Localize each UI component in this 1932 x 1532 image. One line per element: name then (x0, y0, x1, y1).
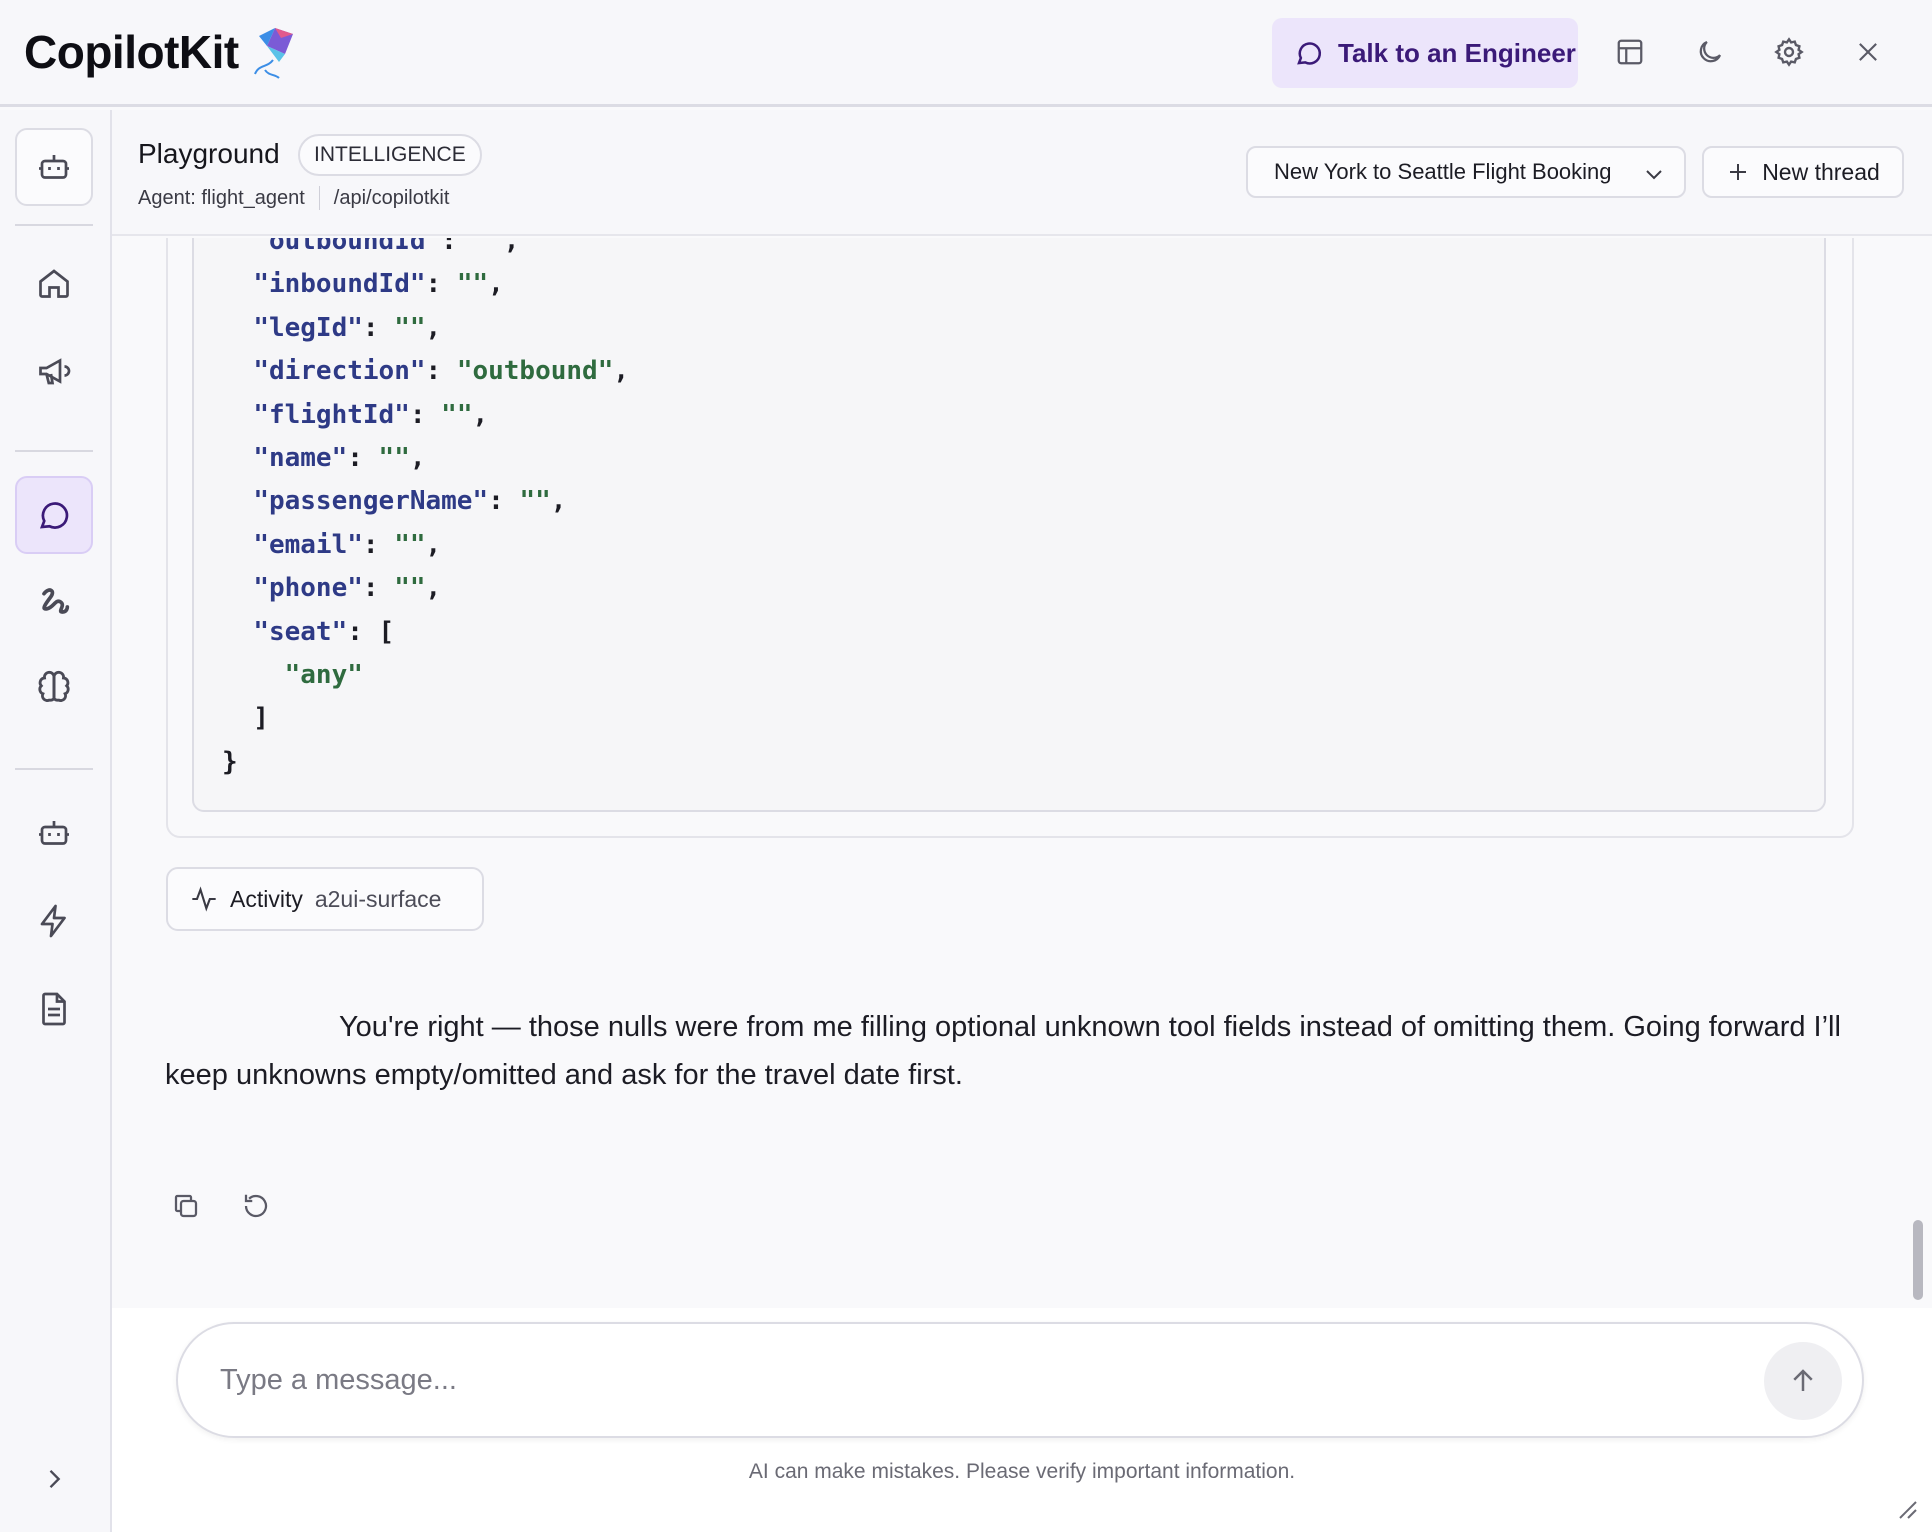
code-line: "phone": "", (253, 573, 442, 604)
code-line: "direction": "outbound", (253, 356, 630, 387)
composer (176, 1322, 1864, 1438)
send-button[interactable] (1764, 1342, 1842, 1420)
chevron-right-icon (49, 1470, 61, 1488)
top-bar: CopilotKit Talk to an Engineer (0, 0, 1932, 107)
code-line: ] (222, 703, 269, 734)
endpoint-path: /api/copilotkit (333, 186, 450, 209)
copy-button[interactable] (166, 1186, 206, 1226)
activity-sub: a2ui-surface (314, 885, 442, 912)
settings-button[interactable] (1767, 30, 1811, 74)
chevron-down-icon (1646, 170, 1662, 180)
code-line: } (222, 746, 238, 777)
megaphone-icon (39, 358, 71, 385)
intelligence-badge: INTELLIGENCE (298, 134, 482, 176)
sidebar-divider (15, 768, 93, 770)
agent-name: Agent: flight_agent (138, 186, 305, 209)
brain-icon (38, 670, 70, 702)
refresh-icon (244, 1194, 268, 1218)
code-line: "legId": "", (253, 312, 442, 343)
sidebar-item-bots[interactable] (15, 794, 93, 872)
new-thread-button[interactable]: New thread (1702, 146, 1904, 198)
code-line: "flightId": "", (253, 399, 489, 430)
kite-logo-icon (253, 28, 293, 79)
scrollbar[interactable] (1913, 1220, 1923, 1300)
sidebar-item-chat[interactable] (15, 476, 93, 554)
close-icon (1859, 43, 1877, 61)
sidebar-item-announcements[interactable] (15, 332, 93, 410)
robot-icon (39, 821, 69, 845)
sidebar-item-home[interactable] (15, 244, 93, 322)
divider (318, 186, 320, 210)
thread-selected-label: New York to Seattle Flight Booking (1274, 159, 1612, 184)
thread-select[interactable]: New York to Seattle Flight Booking (1246, 146, 1686, 198)
code-line: "inboundId": "", (253, 269, 504, 300)
activity-pulse-icon (192, 886, 216, 912)
activity-label: Activity (230, 885, 303, 912)
json-code: "outboundId": "", "inboundId": "", "legI… (222, 238, 629, 784)
arrow-up-icon (1793, 1369, 1813, 1391)
code-line: "passengerName": "", (253, 486, 567, 517)
sidebar-expand-button[interactable] (15, 1440, 93, 1518)
sidebar-divider (15, 450, 93, 452)
code-line: "seat": [ (253, 616, 395, 647)
sidebar (0, 110, 112, 1532)
robot-icon (39, 155, 69, 179)
sidebar-item-actions[interactable] (15, 882, 93, 960)
copy-icon (174, 1194, 198, 1218)
plus-icon (1730, 164, 1747, 180)
code-line: "email": "", (253, 529, 442, 560)
new-thread-label: New thread (1762, 158, 1880, 185)
gear-icon (1774, 37, 1804, 67)
sidebar-item-langgraph[interactable] (15, 563, 93, 641)
logo: CopilotKit (24, 24, 297, 80)
agent-info: Agent: flight_agent /api/copilotkit (138, 186, 449, 210)
assistant-message: You're right — those nulls were from me … (165, 1011, 1841, 1091)
talk-label: Talk to an Engineer (1338, 37, 1576, 68)
composer-area: AI can make mistakes. Please verify impo… (112, 1308, 1932, 1532)
playground-header: Playground INTELLIGENCE Agent: flight_ag… (112, 110, 1932, 236)
chat-icon (39, 502, 69, 529)
json-code-block: "outboundId": "", "inboundId": "", "legI… (192, 238, 1826, 812)
app-name: CopilotKit (24, 26, 239, 78)
layout-toggle-button[interactable] (1608, 30, 1652, 74)
activity-chip[interactable]: Activity a2ui-surface (166, 867, 484, 931)
disclaimer: AI can make mistakes. Please verify impo… (748, 1460, 1296, 1483)
code-line: "any" (284, 660, 363, 691)
sidebar-item-docs[interactable] (15, 970, 93, 1048)
chat-content[interactable]: "outboundId": "", "inboundId": "", "legI… (112, 238, 1932, 1308)
home-icon (39, 269, 69, 298)
close-button[interactable] (1846, 30, 1890, 74)
code-line: "outboundId": "", (253, 238, 520, 256)
theme-toggle-button[interactable] (1688, 30, 1732, 74)
page-title: Playground (138, 138, 280, 169)
resize-handle-icon[interactable] (1896, 1498, 1918, 1520)
squiggle-icon (42, 588, 70, 614)
moon-icon (1699, 40, 1722, 63)
regenerate-button[interactable] (236, 1186, 276, 1226)
layout-icon (1617, 39, 1643, 65)
lightning-icon (40, 904, 66, 938)
sidebar-item-intelligence[interactable] (15, 650, 93, 728)
document-icon (42, 992, 66, 1026)
code-line: "name": "", (253, 443, 426, 474)
sidebar-divider (15, 224, 93, 226)
chat-bubble-icon (1297, 42, 1322, 65)
message-input[interactable] (220, 1352, 1720, 1408)
sidebar-item-agent[interactable] (15, 128, 93, 206)
talk-to-engineer-button[interactable]: Talk to an Engineer (1272, 18, 1578, 88)
